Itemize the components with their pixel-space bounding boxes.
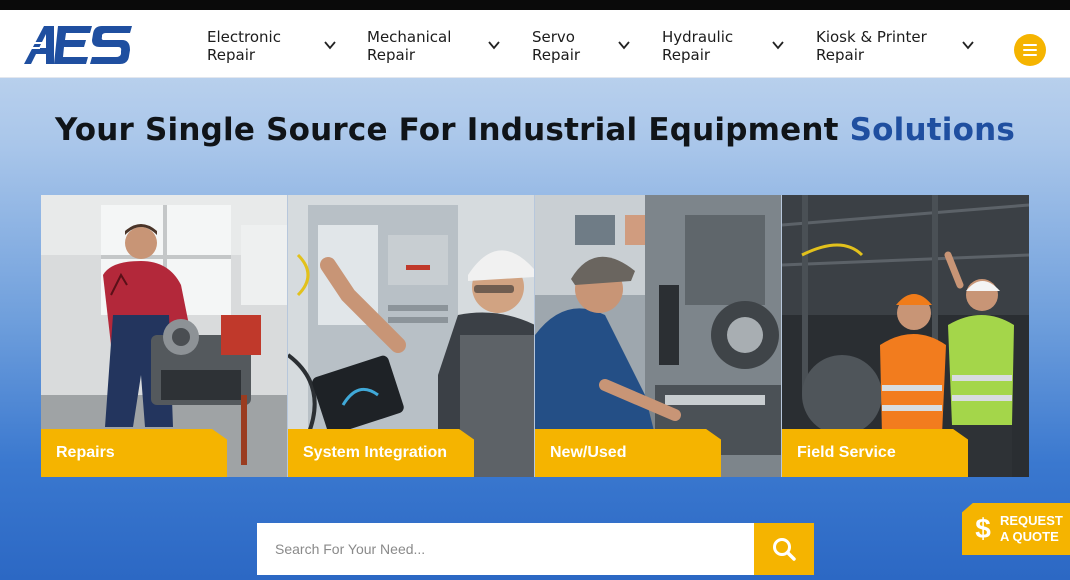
tile-label: Repairs — [41, 429, 227, 477]
chevron-down-icon — [962, 41, 974, 50]
aes-logo[interactable] — [22, 22, 134, 66]
nav-label: Kiosk & Printer Repair — [816, 28, 927, 64]
search-button[interactable] — [754, 523, 814, 575]
tile-label: New/Used — [535, 429, 721, 477]
site-header: Electronic Repair Mechanical Repair Serv… — [0, 10, 1070, 78]
tile-field-service[interactable]: Field Service — [782, 195, 1029, 477]
tile-repairs[interactable]: Repairs — [41, 195, 288, 477]
nav-label: Hydraulic Repair — [662, 28, 734, 64]
nav-label: Mechanical Repair — [367, 28, 452, 64]
nav-item-servo-repair[interactable]: Servo Repair — [532, 26, 631, 66]
tile-new-used[interactable]: New/Used — [535, 195, 782, 477]
tile-label: Field Service — [782, 429, 968, 477]
top-strip — [0, 0, 1070, 10]
tile-system-integration[interactable]: System Integration — [288, 195, 535, 477]
nav-item-hydraulic-repair[interactable]: Hydraulic Repair — [662, 26, 785, 66]
headline-accent: Solutions — [849, 112, 1015, 148]
search-bar — [257, 523, 814, 575]
request-quote-label: REQUEST A QUOTE — [1000, 513, 1063, 544]
chevron-down-icon — [772, 41, 784, 50]
service-tiles: Repairs System Integration New/Used Fiel… — [41, 195, 1029, 477]
chevron-down-icon — [324, 41, 336, 50]
chevron-down-icon — [618, 41, 630, 50]
chevron-down-icon — [488, 41, 500, 50]
nav-item-kiosk-printer-repair[interactable]: Kiosk & Printer Repair — [816, 26, 975, 66]
headline-main: Your Single Source For Industrial Equipm… — [54, 112, 850, 148]
hamburger-icon — [1023, 44, 1037, 56]
nav-item-mechanical-repair[interactable]: Mechanical Repair — [367, 26, 501, 66]
page-headline: Your Single Source For Industrial Equipm… — [0, 112, 1070, 148]
nav-item-electronic-repair[interactable]: Electronic Repair — [207, 26, 337, 66]
search-input[interactable] — [257, 523, 754, 575]
search-icon — [773, 538, 796, 561]
dollar-icon: $ — [975, 513, 991, 544]
request-quote-button[interactable]: $ REQUEST A QUOTE — [962, 503, 1070, 555]
menu-button[interactable] — [1014, 34, 1046, 66]
nav-label: Electronic Repair — [207, 28, 281, 64]
tile-label: System Integration — [288, 429, 474, 477]
